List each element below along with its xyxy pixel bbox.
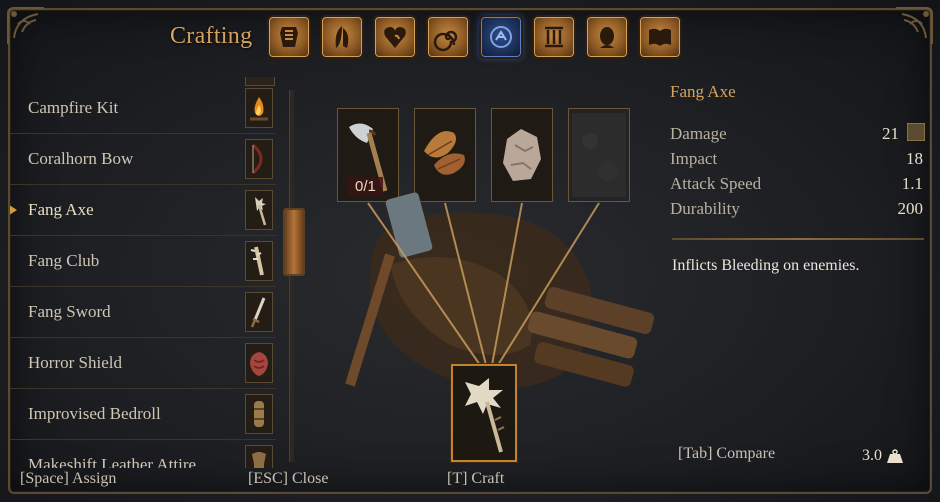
weight-icon — [887, 449, 903, 463]
recipe-item-fang-axe[interactable]: Fang Axe — [10, 185, 276, 236]
recipe-label: Campfire Kit — [28, 98, 119, 117]
craft-result-slot[interactable] — [451, 364, 517, 462]
stat-impact: Impact 18 — [670, 149, 925, 169]
stat-value: 18 — [906, 149, 923, 168]
stat-value: 200 — [897, 199, 924, 218]
leather-attire-icon — [245, 445, 273, 468]
corner-ornament-icon — [890, 4, 936, 50]
tab-building[interactable] — [532, 15, 576, 59]
fang-club-icon — [245, 241, 273, 281]
book-icon — [649, 28, 671, 46]
pillars-icon — [545, 26, 563, 48]
swirl-icon — [433, 30, 458, 52]
stat-label: Impact — [670, 149, 718, 168]
recipe-label: Fang Club — [28, 251, 100, 270]
stat-label: Durability — [670, 199, 740, 218]
bedroll-icon — [245, 394, 273, 434]
tab-crafting[interactable] — [479, 15, 523, 59]
bow-icon — [245, 139, 273, 179]
recipe-label: Fang Sword — [28, 302, 111, 321]
close-hint[interactable]: [ESC] Close — [248, 470, 328, 488]
heart-icon — [384, 27, 406, 48]
campfire-icon — [245, 88, 273, 128]
recipe-label: Fang Axe — [28, 200, 94, 219]
tab-magic[interactable] — [426, 15, 470, 59]
stat-value: 21 — [882, 124, 899, 143]
stat-value: 1.1 — [901, 174, 923, 193]
recipe-label: Coralhorn Bow — [28, 149, 134, 168]
feather-shield-icon — [335, 26, 349, 48]
stat-damage: Damage 21 — [670, 123, 925, 144]
selection-arrow-icon — [10, 203, 17, 217]
recipe-connector-lines — [367, 202, 600, 366]
assign-hint[interactable]: [Space] Assign — [20, 470, 116, 488]
stat-label: Attack Speed — [670, 174, 762, 193]
tab-armor[interactable] — [267, 15, 311, 59]
recipe-item-improvised-bedroll[interactable]: Improvised Bedroll — [10, 389, 276, 440]
damage-type-icon — [907, 123, 925, 141]
recipe-item-campfire-kit[interactable]: Campfire Kit — [10, 83, 276, 134]
armor-icon — [280, 27, 298, 47]
scrollbar-thumb[interactable] — [283, 208, 305, 276]
compare-hint[interactable]: [Tab] Compare — [678, 445, 775, 463]
recipe-item-fang-sword[interactable]: Fang Sword — [10, 287, 276, 338]
tab-character[interactable] — [585, 15, 629, 59]
stat-label: Damage — [670, 124, 727, 143]
item-name: Fang Axe — [670, 82, 736, 101]
recipe-item-horror-shield[interactable]: Horror Shield — [10, 338, 276, 389]
horror-shield-icon — [245, 343, 273, 383]
stat-durability: Durability 200 — [670, 199, 925, 219]
divider — [672, 238, 924, 240]
recipe-list: Campfire Kit Coralhorn Bow Fang Axe Fang… — [10, 83, 276, 468]
stat-attack-speed: Attack Speed 1.1 — [670, 174, 925, 194]
fang-sword-icon — [245, 292, 273, 332]
recipe-label: Improvised Bedroll — [28, 404, 161, 423]
tab-health[interactable] — [373, 15, 417, 59]
recipe-item-leather-attire[interactable]: Makeshift Leather Attire — [10, 440, 276, 468]
rune-circle-icon — [490, 26, 512, 48]
recipe-label: Makeshift Leather Attire — [28, 455, 197, 468]
corner-ornament-icon — [4, 4, 50, 50]
scrollbar-track[interactable] — [289, 90, 294, 462]
page-title: Crafting — [170, 23, 253, 49]
face-icon — [600, 27, 614, 48]
craft-hint[interactable]: [T] Craft — [447, 470, 504, 488]
weight-display: 3.0 — [862, 447, 904, 465]
tab-gear[interactable] — [320, 15, 364, 59]
tab-journal[interactable] — [638, 15, 682, 59]
weight-value: 3.0 — [862, 447, 882, 464]
fang-axe-icon — [465, 378, 505, 453]
recipe-item-fang-club[interactable]: Fang Club — [10, 236, 276, 287]
category-tabs — [267, 15, 682, 59]
recipe-label: Horror Shield — [28, 353, 122, 372]
item-description: Inflicts Bleeding on enemies. — [672, 257, 860, 274]
recipe-item-coralhorn-bow[interactable]: Coralhorn Bow — [10, 134, 276, 185]
fang-axe-icon — [245, 190, 273, 230]
